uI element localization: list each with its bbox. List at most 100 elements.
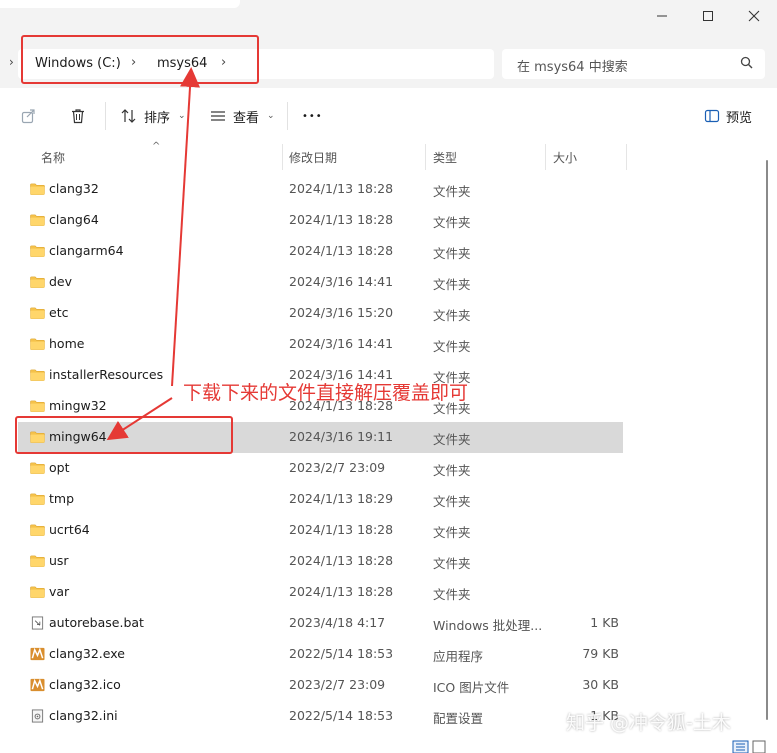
- preview-pane-icon: [704, 109, 720, 123]
- file-date: 2024/1/13 18:28: [289, 584, 394, 599]
- column-type[interactable]: 类型: [433, 149, 457, 166]
- folder-icon: [30, 586, 45, 598]
- view-button[interactable]: 查看 ⌄: [209, 104, 275, 128]
- file-row[interactable]: clang64 2024/1/13 18:28 文件夹: [18, 205, 623, 236]
- file-name: mingw32: [49, 398, 107, 413]
- file-row[interactable]: clangarm64 2024/1/13 18:28 文件夹: [18, 236, 623, 267]
- file-name: tmp: [49, 491, 75, 506]
- close-icon[interactable]: [743, 6, 765, 26]
- preview-label: 预览: [726, 110, 753, 126]
- batch-file-icon: [31, 616, 44, 630]
- file-date: 2024/1/13 18:28: [289, 522, 394, 537]
- file-size: 79 KB: [582, 646, 619, 661]
- chevron-right-icon[interactable]: ›: [9, 55, 14, 69]
- file-name: etc: [49, 305, 69, 320]
- file-row[interactable]: dev 2024/3/16 14:41 文件夹: [18, 267, 623, 298]
- file-type: 文件夹: [433, 432, 471, 447]
- folder-icon: [30, 555, 45, 567]
- annotation-box-mingw64: [15, 416, 233, 454]
- file-name: clang32.ini: [49, 708, 118, 723]
- file-size: 30 KB: [582, 677, 619, 692]
- file-name: clangarm64: [49, 243, 124, 258]
- folder-icon: [30, 524, 45, 536]
- sort-label: 排序: [144, 110, 171, 126]
- file-date: 2024/1/13 18:28: [289, 181, 394, 196]
- sort-ascending-icon: ^: [152, 141, 161, 152]
- file-row[interactable]: clang32 2024/1/13 18:28 文件夹: [18, 174, 623, 205]
- file-name: installerResources: [49, 367, 164, 382]
- file-name: clang32.exe: [49, 646, 125, 661]
- column-divider[interactable]: [626, 144, 627, 170]
- file-row[interactable]: home 2024/3/16 14:41 文件夹: [18, 329, 623, 360]
- file-date: 2023/2/7 23:09: [289, 677, 386, 692]
- more-options-button[interactable]: •••: [302, 104, 323, 128]
- file-type: 应用程序: [433, 649, 484, 664]
- file-row[interactable]: etc 2024/3/16 15:20 文件夹: [18, 298, 623, 329]
- column-size[interactable]: 大小: [553, 149, 577, 166]
- chevron-down-icon: ⌄: [178, 111, 186, 121]
- scrollbar-thumb[interactable]: [766, 160, 768, 720]
- file-type: 文件夹: [433, 339, 471, 354]
- folder-icon: [30, 183, 45, 195]
- file-name: clang32.ico: [49, 677, 121, 692]
- file-date: 2022/5/14 18:53: [289, 708, 394, 723]
- toolbar-divider: [287, 102, 288, 130]
- folder-icon: [30, 400, 45, 412]
- folder-icon: [30, 214, 45, 226]
- file-name: clang64: [49, 212, 99, 227]
- column-divider[interactable]: [545, 144, 546, 170]
- sort-icon: [121, 109, 136, 123]
- file-row[interactable]: autorebase.bat 2023/4/18 4:17 Windows 批处理.…: [18, 608, 623, 639]
- file-date: 2024/3/16 14:41: [289, 336, 394, 351]
- file-type: 文件夹: [433, 277, 471, 292]
- vertical-scrollbar[interactable]: [763, 150, 771, 740]
- file-type: Windows 批处理...: [433, 618, 543, 633]
- file-type: 文件夹: [433, 587, 471, 602]
- column-name[interactable]: 名称: [41, 149, 65, 166]
- column-divider[interactable]: [425, 144, 426, 170]
- delete-button[interactable]: [69, 104, 87, 128]
- column-divider[interactable]: [282, 144, 283, 170]
- file-row[interactable]: clang32.ini 2022/5/14 18:53 配置设置 1 KB: [18, 701, 623, 732]
- file-row[interactable]: var 2024/1/13 18:28 文件夹: [18, 577, 623, 608]
- msys-app-icon: [30, 678, 45, 692]
- folder-icon: [30, 307, 45, 319]
- details-view-icon[interactable]: [730, 740, 770, 753]
- file-row[interactable]: opt 2023/2/7 23:09 文件夹: [18, 453, 623, 484]
- annotation-box-address: [21, 35, 259, 84]
- file-type: 文件夹: [433, 556, 471, 571]
- file-row[interactable]: ucrt64 2024/1/13 18:28 文件夹: [18, 515, 623, 546]
- file-list: clang32 2024/1/13 18:28 文件夹 clang64 2024/1/1…: [0, 174, 777, 753]
- active-tab-edge[interactable]: [0, 0, 240, 8]
- file-type: 配置设置: [433, 711, 484, 726]
- folder-icon: [30, 338, 45, 350]
- file-type: 文件夹: [433, 494, 471, 509]
- file-name: dev: [49, 274, 73, 289]
- file-row[interactable]: clang32.ico 2023/2/7 23:09 ICO 图片文件 30 KB: [18, 670, 623, 701]
- search-placeholder: 在 msys64 中搜索: [517, 60, 628, 75]
- minimize-icon[interactable]: [651, 6, 673, 26]
- folder-icon: [30, 462, 45, 474]
- file-name: ucrt64: [49, 522, 90, 537]
- folder-icon: [30, 493, 45, 505]
- folder-icon: [30, 245, 45, 257]
- file-type: 文件夹: [433, 184, 471, 199]
- chevron-down-icon: ⌄: [267, 111, 275, 121]
- search-input[interactable]: 在 msys64 中搜索: [502, 49, 765, 79]
- file-row[interactable]: clang32.exe 2022/5/14 18:53 应用程序 79 KB: [18, 639, 623, 670]
- preview-pane-button[interactable]: 预览: [704, 104, 752, 128]
- file-type: 文件夹: [433, 246, 471, 261]
- file-row[interactable]: tmp 2024/1/13 18:29 文件夹: [18, 484, 623, 515]
- column-date[interactable]: 修改日期: [289, 149, 337, 166]
- maximize-icon[interactable]: [697, 6, 719, 26]
- view-label: 查看: [233, 110, 260, 126]
- folder-icon: [30, 369, 45, 381]
- file-row[interactable]: usr 2024/1/13 18:28 文件夹: [18, 546, 623, 577]
- file-date: 2023/4/18 4:17: [289, 615, 386, 630]
- command-bar: 排序 ⌄ 查看 ⌄ ••• 预览: [0, 88, 777, 144]
- file-name: clang32: [49, 181, 99, 196]
- search-icon[interactable]: [739, 55, 755, 71]
- share-button[interactable]: [20, 104, 38, 128]
- file-date: 2024/3/16 14:41: [289, 274, 394, 289]
- sort-button[interactable]: 排序 ⌄: [120, 104, 186, 128]
